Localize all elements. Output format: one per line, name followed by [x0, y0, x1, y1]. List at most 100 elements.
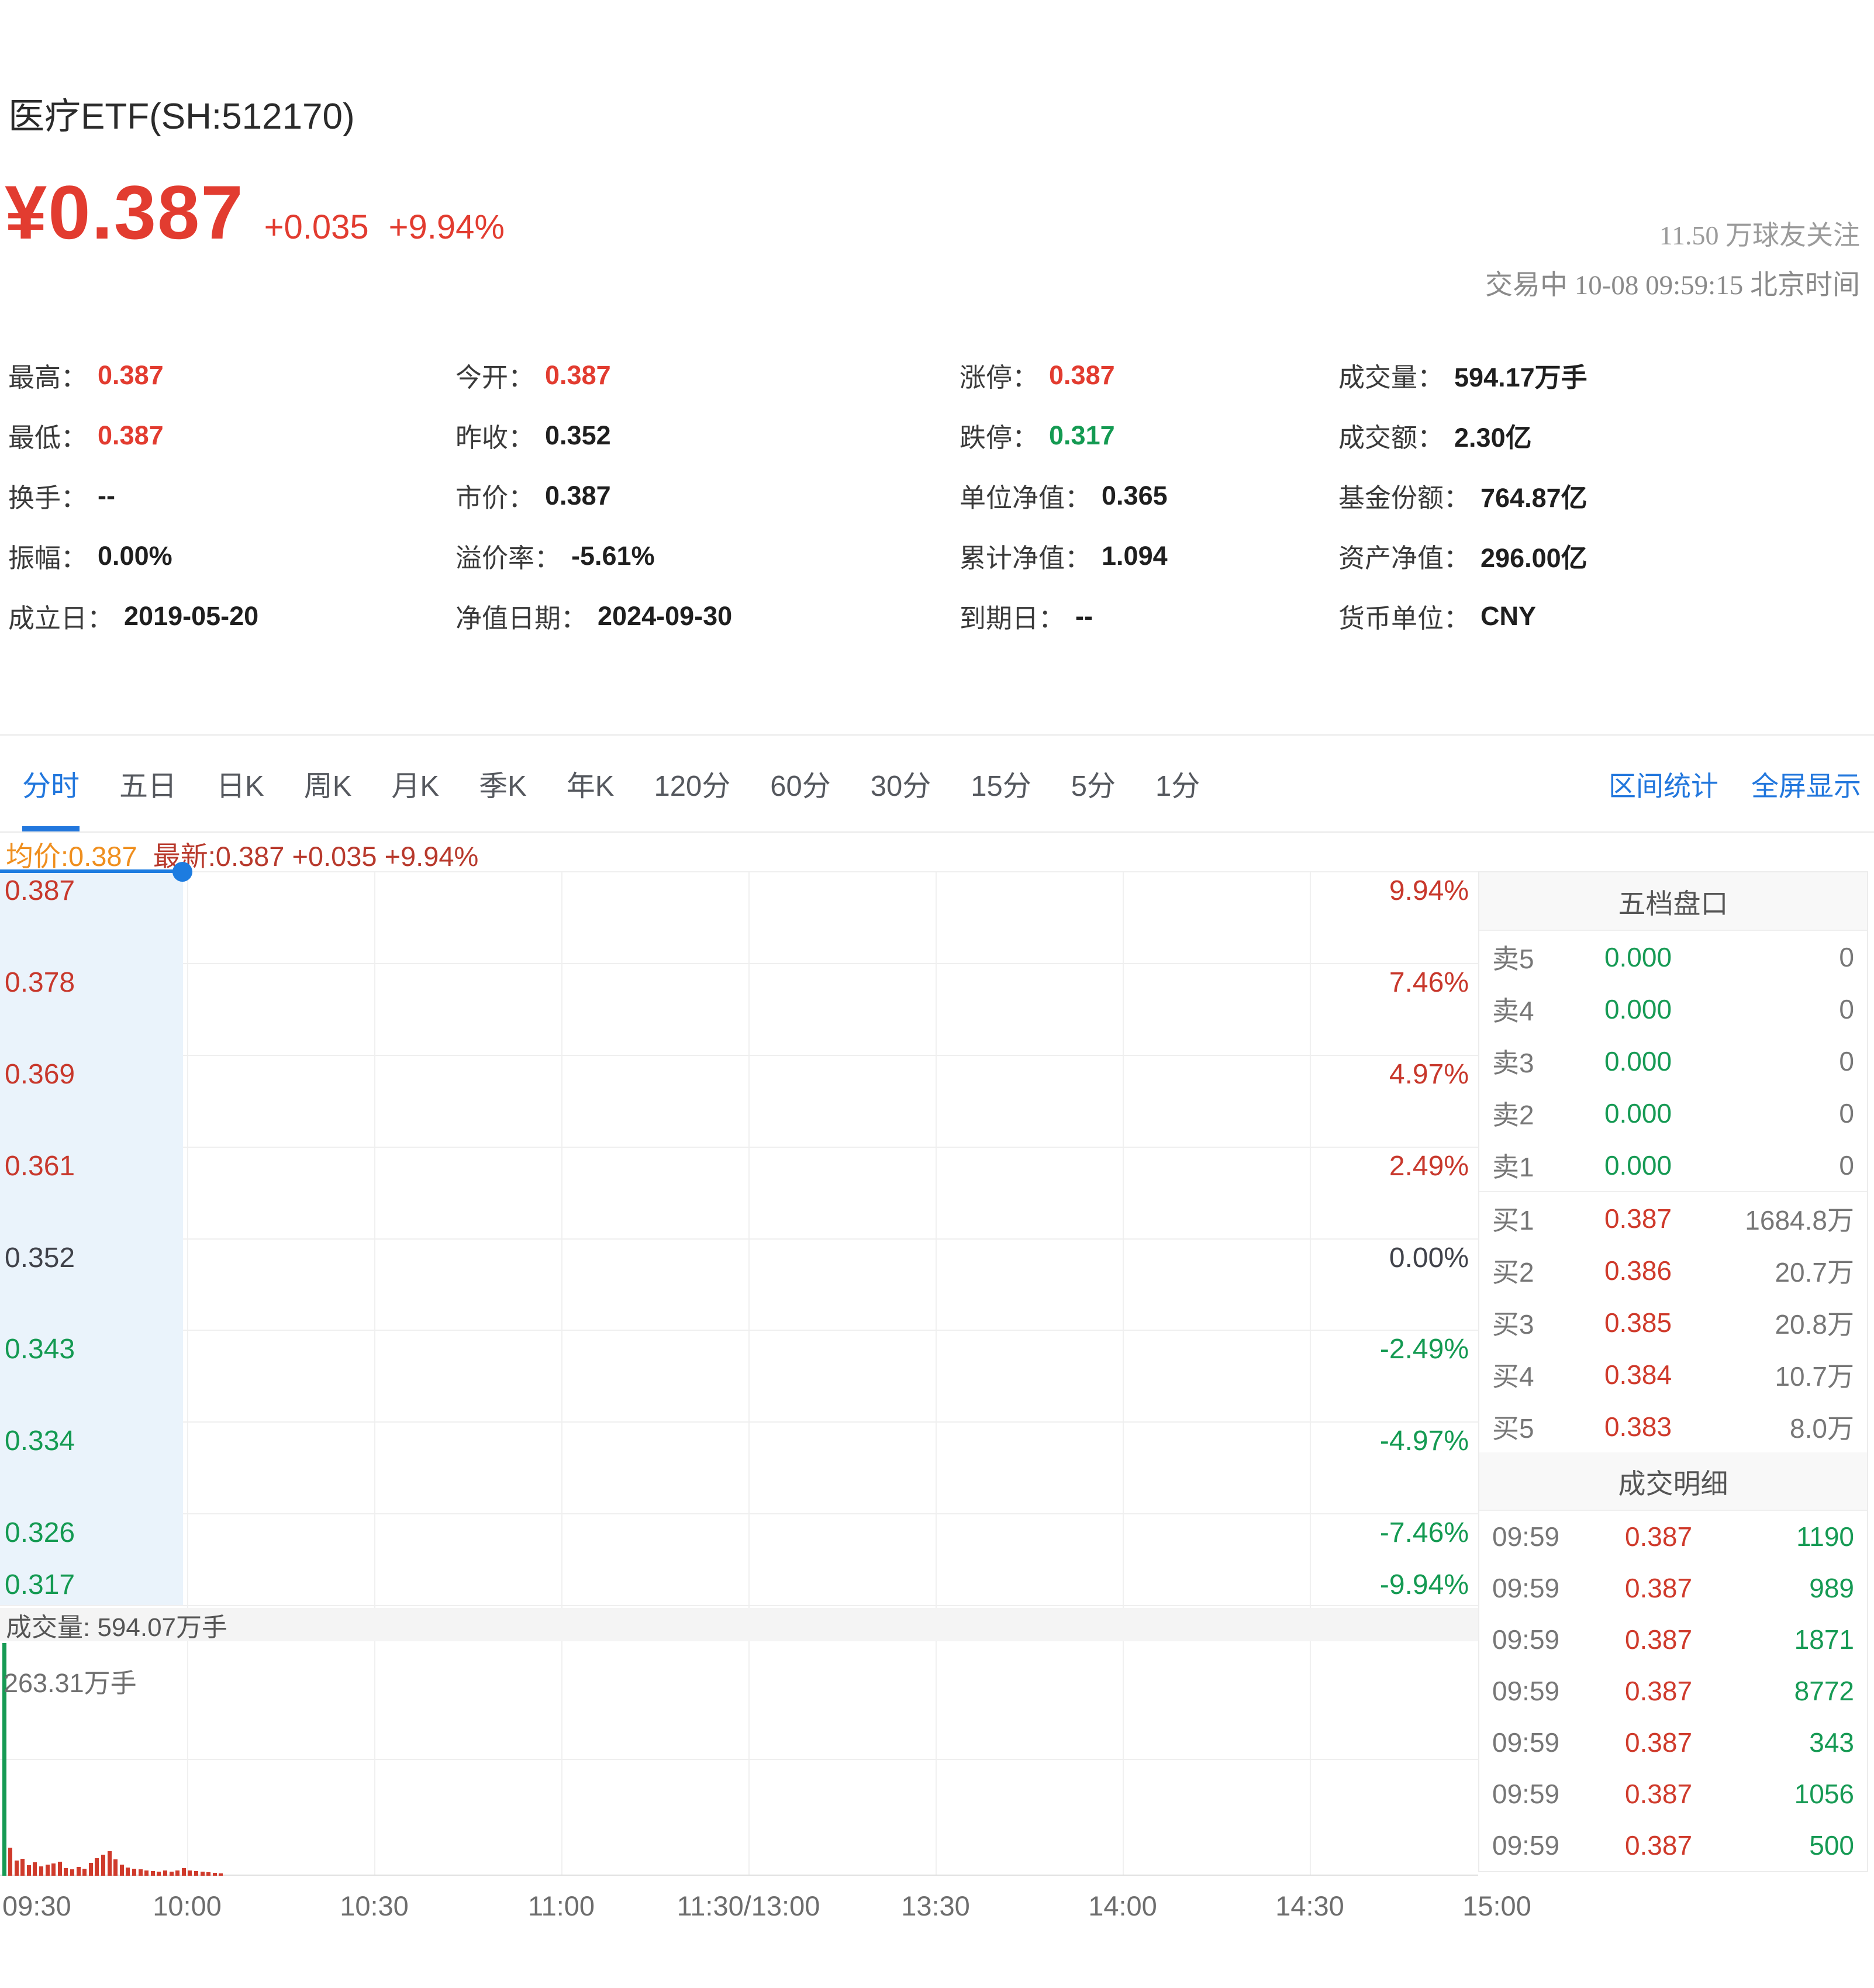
tab-quarterly-k[interactable]: 季K: [479, 736, 527, 831]
volume-bar: [206, 1872, 210, 1876]
bid-row-3: 买3 0.385 20.8万: [1492, 1307, 1854, 1340]
stats-grid: 最高： 0.387 今开： 0.387 涨停： 0.387 成交量： 594.17万手 …: [8, 345, 1853, 646]
stat-high: 最高： 0.387: [8, 360, 164, 393]
volume-axis-max-label: 263.31万手: [4, 1668, 137, 1698]
tab-weekly-k[interactable]: 周K: [304, 736, 352, 831]
price-gridline: [0, 1147, 1478, 1148]
bid-row-4: 买4 0.384 10.7万: [1492, 1359, 1854, 1392]
tab-daily-k[interactable]: 日K: [216, 736, 264, 831]
fullscreen-link[interactable]: 全屏显示: [1751, 764, 1861, 804]
volume-bar: [132, 1869, 136, 1876]
volume-bar: [182, 1868, 186, 1876]
bid-row-2: 买2 0.386 20.7万: [1492, 1255, 1854, 1288]
tab-1min[interactable]: 1分: [1155, 736, 1200, 831]
volume-strip: 成交量: 594.07万手: [0, 1608, 1478, 1642]
stat-amplitude: 振幅： 0.00%: [8, 540, 172, 574]
trade-row: 09:59 0.387 1871: [1492, 1624, 1854, 1655]
volume-bar: [139, 1869, 143, 1876]
stat-limit-down: 跌停： 0.317: [960, 420, 1115, 453]
ask-row-5: 卖5 0.000 0: [1492, 941, 1854, 974]
tab-yearly-k[interactable]: 年K: [567, 736, 615, 831]
volume-bar: [77, 1867, 81, 1876]
time-axis-label: 14:30: [1275, 1890, 1344, 1921]
tab-15min[interactable]: 15分: [971, 736, 1031, 831]
volume-bar: [188, 1870, 192, 1876]
tab-60min[interactable]: 60分: [770, 736, 831, 831]
tab-5min[interactable]: 5分: [1071, 736, 1116, 831]
price-axis-label: 0.326: [5, 1517, 75, 1548]
time-gridline: [748, 871, 750, 1876]
order-book-panel: 五档盘口 卖5 0.000 0 卖4 0.000 0 卖3 0.000 0 卖2 0.000 0…: [1478, 871, 1868, 1872]
price-axis-label: 0.334: [5, 1426, 75, 1457]
volume-bar: [108, 1851, 112, 1876]
stat-prev-close: 昨收： 0.352: [455, 420, 611, 453]
trade-row: 09:59 0.387 343: [1492, 1727, 1854, 1758]
volume-bar: [101, 1855, 105, 1876]
stat-turnover-amount: 成交额： 2.30亿: [1338, 423, 1532, 453]
volume-bar: [194, 1871, 198, 1876]
ask-row-3: 卖3 0.000 0: [1492, 1045, 1854, 1078]
bid-row-1: 买1 0.387 1684.8万: [1492, 1203, 1854, 1235]
percent-axis-label: -4.97%: [1379, 1426, 1469, 1457]
volume-bar: [82, 1869, 87, 1876]
time-axis-label: 10:00: [153, 1890, 222, 1921]
ask-row-1: 卖1 0.000 0: [1492, 1150, 1854, 1182]
percent-axis-label: -2.49%: [1379, 1334, 1469, 1365]
volume-bar: [64, 1868, 68, 1876]
volume-bar: [213, 1873, 217, 1876]
price-line: [0, 869, 183, 873]
time-axis-label: 10:30: [340, 1890, 409, 1921]
stat-volume: 成交量： 594.17万手: [1338, 363, 1587, 392]
time-axis-label: 14:00: [1088, 1890, 1157, 1921]
volume-bar: [39, 1866, 43, 1876]
percent-axis-label: 7.46%: [1389, 967, 1469, 998]
tab-5day[interactable]: 五日: [119, 736, 177, 831]
legend-latest-price: 最新:0.387 +0.035 +9.94%: [153, 841, 479, 872]
stat-cumulative-nav: 累计净值： 1.094: [960, 540, 1168, 574]
chart-legend: 均价:0.387 最新:0.387 +0.035 +9.94%: [6, 834, 478, 874]
time-gridline: [374, 871, 375, 1876]
trade-details-title: 成交明细: [1479, 1452, 1867, 1511]
price-gridline: [0, 1513, 1478, 1514]
volume-bar: [89, 1863, 93, 1876]
trade-row: 09:59 0.387 8772: [1492, 1676, 1854, 1706]
intraday-chart-plot[interactable]: 15:00 14:30 14:00 13:30 11:30/13:00 11:00 10:3…: [0, 862, 1874, 1988]
time-axis-label: 11:00: [527, 1890, 595, 1921]
stat-fund-shares: 基金份额： 764.87亿: [1338, 483, 1587, 513]
header-meta: 11.50 万球友关注 交易中 10-08 09:59:15 北京时间: [1485, 214, 1860, 302]
ask-row-4: 卖4 0.000 0: [1492, 993, 1854, 1026]
page-title: 医疗ETF(SH:512170): [8, 96, 355, 137]
tab-monthly-k[interactable]: 月K: [391, 736, 439, 831]
tab-120min[interactable]: 120分: [654, 736, 730, 831]
volume-bar: [163, 1870, 167, 1876]
volume-bar: [144, 1870, 149, 1876]
ask-row-2: 卖2 0.000 0: [1492, 1097, 1854, 1130]
last-price-dot: [172, 862, 192, 882]
stat-market-price: 市价： 0.387: [455, 480, 611, 513]
volume-bar: [157, 1872, 161, 1876]
percent-axis-label: -9.94%: [1379, 1569, 1469, 1600]
time-axis-label: 15:00: [1462, 1890, 1531, 1921]
price-axis-label: 0.369: [5, 1059, 75, 1090]
price-block: ¥0.387 +0.035 +9.94%: [5, 168, 505, 256]
stat-premium-rate: 溢价率： -5.61%: [455, 540, 655, 574]
stat-turnover-rate: 换手： --: [8, 480, 115, 513]
time-gridline: [936, 871, 937, 1876]
range-statistics-link[interactable]: 区间统计: [1609, 764, 1718, 804]
price-axis-label: 0.317: [5, 1569, 75, 1600]
stat-maturity-date: 到期日： --: [960, 600, 1093, 634]
volume-bar: [120, 1865, 124, 1876]
tab-30min[interactable]: 30分: [871, 736, 931, 831]
price-axis-label: 0.387: [5, 875, 75, 906]
time-axis-label: 11:30/13:00: [677, 1890, 820, 1921]
tab-minute[interactable]: 分时: [22, 736, 80, 831]
price-gridline: [0, 1421, 1478, 1423]
price-gridline: [0, 1055, 1478, 1056]
price-axis-label: 0.378: [5, 967, 75, 998]
volume-bar: [113, 1859, 118, 1876]
volume-bar: [27, 1865, 31, 1876]
price-gridline: [0, 871, 1478, 872]
stat-limit-up: 涨停： 0.387: [960, 360, 1115, 393]
price-axis-label: 0.361: [5, 1151, 75, 1182]
percent-axis-label: -7.46%: [1379, 1517, 1469, 1548]
